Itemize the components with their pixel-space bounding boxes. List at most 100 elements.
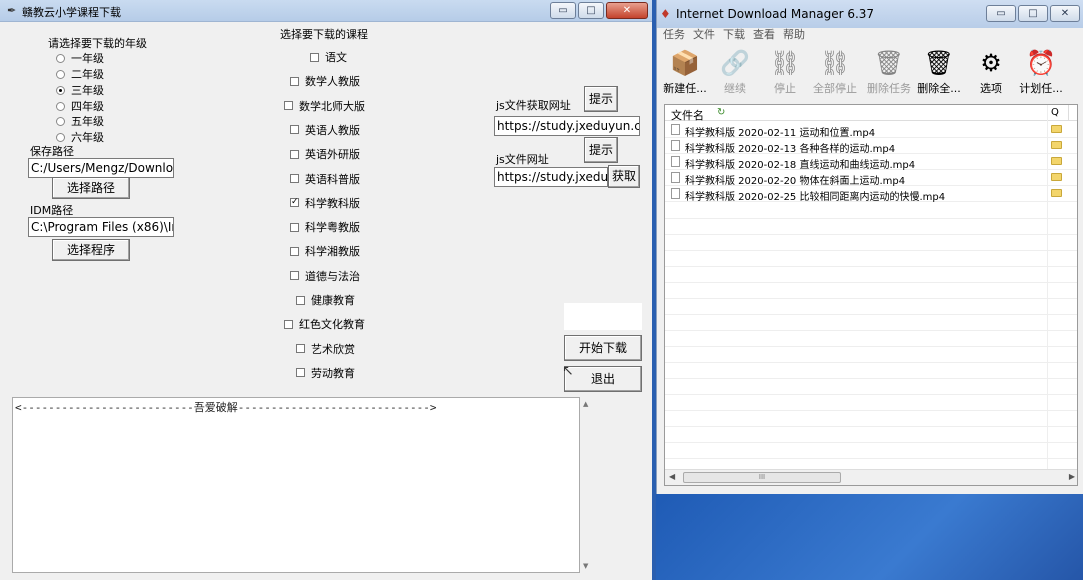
idm-maximize-button[interactable]: □ bbox=[1018, 5, 1048, 22]
course-checkbox-9[interactable]: 科学湘教版 bbox=[290, 243, 360, 259]
toolbar-button-8[interactable]: ⏰ 计划任... bbox=[1013, 46, 1069, 96]
radio-button-icon[interactable] bbox=[56, 53, 65, 63]
unchecked-box-icon[interactable] bbox=[290, 149, 299, 159]
scroll-thumb[interactable]: III bbox=[683, 472, 841, 483]
minimize-button[interactable]: ▭ bbox=[550, 2, 576, 19]
unchecked-box-icon[interactable] bbox=[290, 125, 299, 135]
folder-icon bbox=[1051, 157, 1062, 165]
course-checkbox-8[interactable]: 科学粤教版 bbox=[290, 219, 360, 235]
course-label: 英语外研版 bbox=[305, 148, 360, 162]
toolbar-button-4[interactable]: ⛓ 全部停止 bbox=[807, 46, 863, 96]
grade-radio-4[interactable]: 四年级 bbox=[56, 98, 104, 114]
hint-button-1[interactable]: 提示 bbox=[584, 86, 618, 112]
idm-menu-item-3[interactable]: 下载 bbox=[723, 28, 745, 46]
course-checkbox-4[interactable]: 英语人教版 bbox=[290, 122, 360, 138]
radio-button-icon[interactable] bbox=[56, 85, 65, 95]
unchecked-box-icon[interactable] bbox=[290, 174, 299, 183]
course-checkbox-11[interactable]: 健康教育 bbox=[296, 292, 355, 308]
checked-box-icon[interactable]: ✓ bbox=[290, 198, 299, 208]
idm-minimize-button[interactable]: ▭ bbox=[986, 5, 1016, 22]
toolbar-button-7[interactable]: ⚙ 选项 bbox=[963, 46, 1019, 96]
toolbar-label: 新建任... bbox=[663, 82, 707, 95]
scroll-up-icon[interactable]: ▲ bbox=[583, 400, 588, 408]
course-label: 科学教科版 bbox=[305, 196, 360, 210]
column-q[interactable]: Q bbox=[1051, 107, 1059, 118]
unchecked-box-icon[interactable] bbox=[310, 52, 319, 62]
idm-close-button[interactable]: ✕ bbox=[1050, 5, 1080, 22]
radio-button-icon[interactable] bbox=[56, 116, 65, 126]
course-checkbox-13[interactable]: 艺术欣赏 bbox=[296, 341, 355, 357]
course-checkbox-3[interactable]: 数学北师大版 bbox=[284, 98, 365, 114]
toolbar-icon: ⛓ bbox=[769, 49, 801, 77]
course-label: 艺术欣赏 bbox=[311, 342, 355, 356]
choose-program-button[interactable]: 选择程序 bbox=[52, 239, 130, 261]
start-download-button[interactable]: 开始下载 bbox=[564, 335, 642, 361]
course-checkbox-12[interactable]: 红色文化教育 bbox=[284, 316, 365, 332]
hint-button-2[interactable]: 提示 bbox=[584, 137, 618, 163]
idm-path-field[interactable]: C:\Program Files (x86)\Int bbox=[28, 217, 174, 237]
download-row[interactable]: 科学教科版 2020-02-20 物体在斜面上运动.mp4 bbox=[665, 170, 1077, 187]
file-icon bbox=[671, 140, 680, 151]
course-checkbox-5[interactable]: 英语外研版 bbox=[290, 146, 360, 162]
download-row[interactable]: 科学教科版 2020-02-13 各种各样的运动.mp4 bbox=[665, 138, 1077, 155]
course-checkbox-10[interactable]: 道德与法治 bbox=[290, 268, 360, 284]
grade-radio-1[interactable]: 一年级 bbox=[56, 50, 104, 66]
toolbar-button-1[interactable]: 📦 新建任... bbox=[657, 46, 713, 96]
idm-menu-item-1[interactable]: 任务 bbox=[663, 28, 685, 46]
grade-radio-3[interactable]: 三年级 bbox=[56, 82, 104, 98]
toolbar-button-6[interactable]: 🗑 删除全... bbox=[911, 46, 967, 96]
course-checkbox-2[interactable]: 数学人教版 bbox=[290, 73, 360, 89]
exit-button[interactable]: 退出 bbox=[564, 366, 642, 392]
title-bar[interactable]: ✒ 赣教云小学课程下载 ▭ □ ✕ bbox=[0, 0, 652, 22]
toolbar-icon: 🔗 bbox=[720, 49, 750, 77]
choose-path-button[interactable]: 选择路径 bbox=[52, 177, 130, 199]
toolbar-label: 停止 bbox=[774, 82, 796, 95]
course-checkbox-1[interactable]: 语文 bbox=[310, 49, 347, 65]
js-fetch-url-field[interactable]: https://study.jxeduyun.cc bbox=[494, 116, 640, 136]
unchecked-box-icon[interactable] bbox=[290, 271, 299, 281]
idm-menu-item-5[interactable]: 帮助 bbox=[783, 28, 805, 46]
scroll-down-icon[interactable]: ▼ bbox=[583, 562, 588, 570]
list-hscrollbar[interactable]: ◀ III ▶ bbox=[665, 469, 1077, 485]
unchecked-box-icon[interactable] bbox=[296, 295, 305, 305]
course-checkbox-7[interactable]: ✓ 科学教科版 bbox=[290, 195, 360, 211]
radio-button-icon[interactable] bbox=[56, 132, 65, 142]
unchecked-box-icon[interactable] bbox=[290, 76, 299, 86]
radio-button-icon[interactable] bbox=[56, 69, 65, 79]
file-name: 科学教科版 2020-02-25 比较相同距离内运动的快慢.mp4 bbox=[685, 192, 946, 203]
js-fetch-label: js文件获取网址 bbox=[496, 99, 571, 112]
column-filename[interactable]: 文件名 bbox=[671, 107, 704, 123]
idm-title-bar[interactable]: ♦ Internet Download Manager 6.37 ▭ □ ✕ bbox=[657, 0, 1083, 28]
idm-toolbar: 📦 新建任... 🔗 继续 ⛓ 停止 ⛓ 全部停止 🗑 删除任务 🗑 删除全... ⚙ 选项 ⏰ 计划任... bbox=[657, 46, 1083, 98]
close-button[interactable]: ✕ bbox=[606, 2, 648, 19]
toolbar-button-3[interactable]: ⛓ 停止 bbox=[757, 46, 813, 96]
course-checkbox-14[interactable]: 劳动教育 bbox=[296, 365, 355, 381]
idm-menu-item-4[interactable]: 查看 bbox=[753, 28, 775, 46]
save-path-field[interactable]: C:/Users/Mengz/Downloa bbox=[28, 158, 174, 178]
toolbar-button-2[interactable]: 🔗 继续 bbox=[707, 46, 763, 96]
scroll-right-icon[interactable]: ▶ bbox=[1069, 472, 1075, 481]
download-list[interactable]: 文件名 ↻ Q 科学教科版 2020-02-11 运动和位置.mp4 科学教科版 … bbox=[664, 104, 1078, 486]
download-row[interactable]: 科学教科版 2020-02-25 比较相同距离内运动的快慢.mp4 bbox=[665, 186, 1077, 203]
unchecked-box-icon[interactable] bbox=[290, 246, 299, 256]
grade-radio-5[interactable]: 五年级 bbox=[56, 113, 104, 129]
download-row[interactable]: 科学教科版 2020-02-11 运动和位置.mp4 bbox=[665, 122, 1077, 139]
scroll-left-icon[interactable]: ◀ bbox=[669, 472, 675, 481]
grade-radio-2[interactable]: 二年级 bbox=[56, 66, 104, 82]
idm-menu-item-2[interactable]: 文件 bbox=[693, 28, 715, 46]
log-scrollbar[interactable]: ▲ ▼ bbox=[580, 397, 594, 573]
radio-button-icon[interactable] bbox=[56, 101, 65, 111]
unchecked-box-icon[interactable] bbox=[296, 344, 305, 354]
unchecked-box-icon[interactable] bbox=[284, 101, 293, 111]
js-url-field[interactable]: https://study.jxeduy bbox=[494, 167, 608, 187]
course-checkbox-6[interactable]: 英语科普版 bbox=[290, 171, 360, 187]
unchecked-box-icon[interactable] bbox=[296, 368, 305, 378]
toolbar-button-5[interactable]: 🗑 删除任务 bbox=[861, 46, 917, 96]
log-textbox[interactable]: <--------------------------吾爱破解---------… bbox=[12, 397, 580, 573]
download-row[interactable]: 科学教科版 2020-02-18 直线运动和曲线运动.mp4 bbox=[665, 154, 1077, 171]
course-label: 道德与法治 bbox=[305, 269, 360, 283]
unchecked-box-icon[interactable] bbox=[290, 222, 299, 232]
maximize-button[interactable]: □ bbox=[578, 2, 604, 19]
fetch-button[interactable]: 获取 bbox=[608, 165, 640, 188]
unchecked-box-icon[interactable] bbox=[284, 319, 293, 329]
